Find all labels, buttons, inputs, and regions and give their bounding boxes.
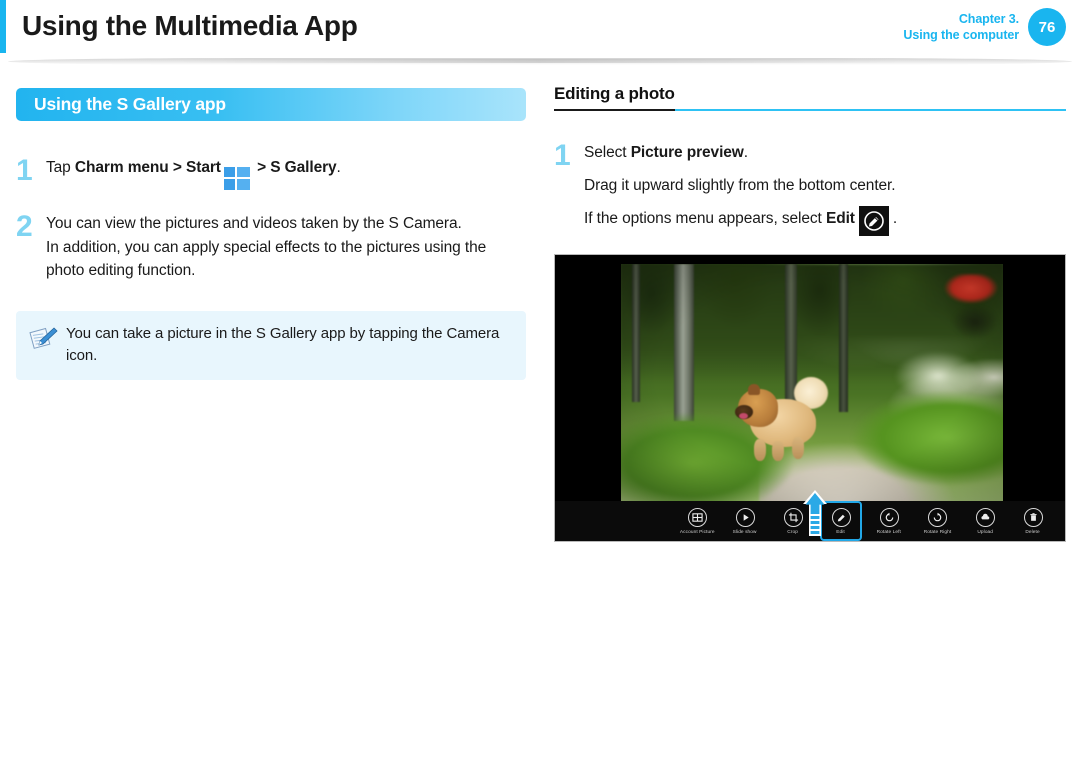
rotate-right-icon xyxy=(927,507,947,527)
toolbar-item-delete[interactable]: Delete xyxy=(1009,502,1057,540)
edit-pencil-icon xyxy=(831,507,851,527)
page-header: Using the Multimedia App Chapter 3. Usin… xyxy=(0,0,1080,65)
toolbar-label: Edit xyxy=(836,528,846,535)
step-number: 2 xyxy=(16,210,33,243)
rotate-left-icon xyxy=(879,507,899,527)
note-box: You can take a picture in the S Gallery … xyxy=(16,310,526,381)
separator-1: > xyxy=(168,159,187,176)
right-column: Editing a photo 1 Select Picture preview… xyxy=(554,84,1066,543)
toolbar-item-upload[interactable]: Upload xyxy=(961,502,1009,540)
toolbar-item-account-picture[interactable]: Account Picture xyxy=(673,502,721,540)
header-divider-line xyxy=(180,59,900,63)
step-2-line-1: You can view the pictures and videos tak… xyxy=(46,215,462,232)
chapter-title-label: Using the computer xyxy=(903,28,1019,42)
start-label: Start xyxy=(186,159,221,176)
app-screenshot: Account Picture Slide show Crop Edit Rot… xyxy=(554,254,1066,543)
s-gallery-label: S Gallery xyxy=(270,159,337,176)
step-body: Select Picture preview. Drag it upward s… xyxy=(584,141,1066,237)
chapter-text: Chapter 3. Using the computer xyxy=(903,11,1019,44)
step-text-end: . xyxy=(336,159,341,176)
account-picture-icon xyxy=(687,507,707,527)
section-banner-s-gallery: Using the S Gallery app xyxy=(16,88,526,121)
toolbar-item-rotate-right[interactable]: Rotate Right xyxy=(913,502,961,540)
step-1-right: 1 Select Picture preview. Drag it upward… xyxy=(554,139,1066,237)
upload-cloud-icon xyxy=(975,507,995,527)
photo-vignette xyxy=(621,264,1003,503)
right-step-line-3: If the options menu appears, select Edit… xyxy=(584,206,1066,237)
section-banner-label: Using the S Gallery app xyxy=(34,94,226,114)
separator-2: > xyxy=(252,159,271,176)
left-column: Using the S Gallery app 1 Tap Charm menu… xyxy=(16,88,528,381)
toolbar-label: Account Picture xyxy=(679,528,715,535)
step-1-left: 1 Tap Charm menu > Start > S Gallery. xyxy=(16,156,528,190)
toolbar-item-slide-show[interactable]: Slide show xyxy=(721,502,769,540)
charm-menu-label: Charm menu xyxy=(74,159,169,176)
delete-trash-icon xyxy=(1023,507,1043,527)
step-body: You can view the pictures and videos tak… xyxy=(46,212,528,283)
windows-logo-icon xyxy=(223,167,250,190)
toolbar-label: Slide show xyxy=(733,528,757,535)
note-pen-icon xyxy=(28,323,62,358)
edit-label: Edit xyxy=(825,210,855,228)
picture-preview-label: Picture preview xyxy=(630,144,744,161)
step-body: Tap Charm menu > Start > S Gallery. xyxy=(46,156,528,190)
section-heading-wrap: Editing a photo xyxy=(554,84,1066,111)
toolbar-label: Upload xyxy=(977,528,993,535)
step-1-instruction: Tap Charm menu > Start > S Gallery. xyxy=(46,156,528,190)
note-text: You can take a picture in the S Gallery … xyxy=(66,324,500,364)
chapter-number-label: Chapter 3. xyxy=(958,11,1019,26)
toolbar-label: Rotate Left xyxy=(876,528,902,535)
step-number: 1 xyxy=(554,139,571,172)
toolbar-label: Crop xyxy=(787,528,799,535)
toolbar-label: Delete xyxy=(1025,528,1041,535)
section-heading-editing-a-photo: Editing a photo xyxy=(554,84,675,111)
page-title: Using the Multimedia App xyxy=(22,10,358,41)
step-text-pre: Tap xyxy=(46,159,75,176)
photo-preview[interactable] xyxy=(621,264,1003,503)
manual-page: Using the Multimedia App Chapter 3. Usin… xyxy=(0,0,1080,766)
slideshow-icon xyxy=(735,507,755,527)
step-2-left: 2 You can view the pictures and videos t… xyxy=(16,212,528,283)
step-2-line-2: In addition, you can apply special effec… xyxy=(46,238,487,280)
right-step-line-1: Select Picture preview. xyxy=(584,141,1066,165)
page-number-badge: 76 xyxy=(1028,8,1066,46)
header-accent-bar xyxy=(0,0,6,53)
header-chapter-group: Chapter 3. Using the computer 76 xyxy=(903,8,1066,46)
line-3-period: . xyxy=(892,210,898,228)
line-1-period: . xyxy=(743,144,748,161)
select-text: Select xyxy=(584,144,631,161)
toolbar-label: Rotate Right xyxy=(923,528,951,535)
toolbar-item-rotate-left[interactable]: Rotate Left xyxy=(865,502,913,540)
right-step-line-2: Drag it upward slightly from the bottom … xyxy=(584,176,896,194)
edit-pencil-icon xyxy=(858,206,889,237)
step-number: 1 xyxy=(16,154,33,187)
options-menu-text: If the options menu appears, select xyxy=(584,210,826,228)
crop-icon xyxy=(783,507,803,527)
up-arrow-overlay-icon xyxy=(802,489,828,537)
